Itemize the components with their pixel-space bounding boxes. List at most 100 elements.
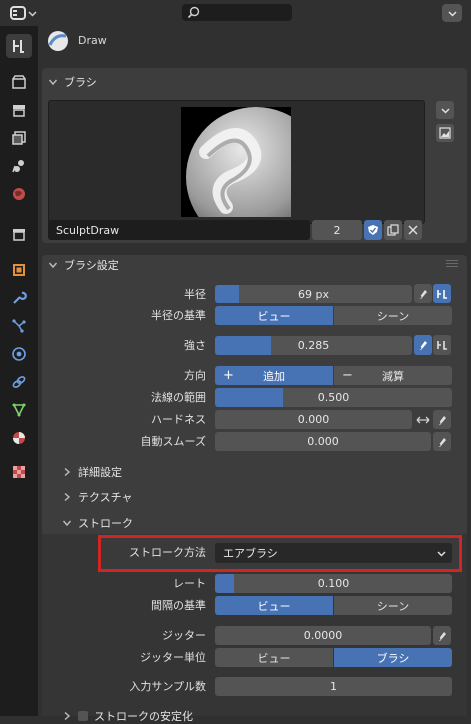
strength-fill — [215, 336, 272, 355]
input-samples-field[interactable]: 1 — [215, 677, 452, 696]
chevron-down-icon — [48, 262, 58, 269]
chevron-down-icon — [437, 550, 446, 557]
plus-icon: + — [223, 368, 234, 383]
arrow-left-right-icon — [416, 416, 430, 424]
tab-render[interactable] — [6, 70, 32, 94]
jitter-label: ジッター — [162, 629, 206, 642]
pen-pressure-icon — [437, 415, 446, 425]
jitter-unit-brush-option[interactable]: ブラシ — [334, 648, 452, 667]
hardness-invert-button[interactable] — [415, 412, 431, 428]
hardness-slider[interactable]: 0.000 — [215, 410, 412, 429]
normal-radius-fill — [215, 388, 283, 407]
stabilize-subpanel-header[interactable]: ストロークの安定化 — [62, 708, 193, 724]
tab-modifiers[interactable] — [6, 286, 32, 310]
search-input[interactable] — [182, 4, 292, 21]
tool-icon — [13, 40, 24, 53]
panel-drag-handle[interactable] — [446, 260, 458, 267]
normal-radius-slider[interactable]: 0.500 — [215, 388, 452, 407]
custom-icon-button[interactable] — [436, 124, 454, 142]
brush-list-dropdown[interactable] — [436, 101, 454, 119]
material-icon — [13, 432, 25, 444]
particles-icon — [12, 319, 26, 333]
chevron-right-icon — [64, 467, 71, 477]
tab-data[interactable] — [6, 398, 32, 422]
tab-texture[interactable] — [6, 460, 32, 484]
chevron-down-icon — [440, 107, 450, 114]
chevron-down-icon — [48, 79, 58, 86]
properties-tab-bar — [0, 26, 38, 716]
chevron-right-icon — [64, 492, 71, 502]
sculpt-draw-thumbnail — [181, 107, 291, 217]
header-menu-button[interactable] — [442, 4, 462, 22]
auto-smooth-slider[interactable]: 0.000 — [215, 432, 431, 451]
radius-slider[interactable]: 69 px — [215, 285, 412, 303]
radius-unified-button[interactable] — [433, 284, 451, 303]
tab-material[interactable] — [6, 426, 32, 450]
jitter-pressure-button[interactable] — [433, 626, 451, 645]
tab-scene[interactable] — [6, 154, 32, 178]
radius-unit-view-option[interactable]: ビュー — [215, 306, 333, 325]
fake-user-button[interactable] — [364, 220, 382, 240]
radius-unit-toggle: ビュー シーン — [215, 306, 452, 325]
auto-smooth-label: 自動スムーズ — [140, 435, 206, 448]
hardness-pressure-button[interactable] — [433, 410, 451, 429]
texture-subpanel-title: テクスチャ — [78, 491, 133, 504]
direction-subtract-option[interactable]: − 減算 — [334, 366, 452, 385]
unlink-brush-button[interactable] — [404, 220, 422, 240]
tab-output[interactable] — [6, 98, 32, 122]
direction-add-option[interactable]: + 追加 — [215, 366, 333, 385]
duplicate-brush-button[interactable] — [384, 220, 402, 240]
chevron-down-icon — [62, 520, 72, 527]
spacing-unit-label: 間隔の基準 — [151, 599, 206, 612]
image-icon — [439, 127, 451, 139]
constraint-icon — [12, 376, 26, 388]
tab-constraints[interactable] — [6, 370, 32, 394]
brush-settings-title: ブラシ設定 — [64, 259, 119, 272]
editor-type-button[interactable] — [10, 4, 42, 22]
chevron-right-icon — [64, 711, 71, 721]
normal-radius-value: 0.500 — [317, 391, 350, 404]
rate-value: 0.100 — [317, 577, 350, 590]
context-object-name: Draw — [78, 34, 107, 47]
stroke-method-value: エアブラシ — [223, 547, 278, 560]
world-icon — [13, 188, 25, 200]
auto-smooth-pressure-button[interactable] — [433, 432, 451, 451]
stroke-method-dropdown[interactable]: エアブラシ — [215, 543, 452, 563]
properties-main: Draw ブラシ SculptDraw 2 ブラシ設定 半径 69 px 半径の… — [38, 26, 471, 723]
jitter-slider[interactable]: 0.0000 — [215, 626, 431, 645]
rate-label: レート — [173, 577, 206, 590]
copy-icon — [387, 224, 399, 236]
radius-unit-scene-option[interactable]: シーン — [334, 306, 452, 325]
brush-user-count[interactable]: 2 — [312, 220, 362, 240]
tab-view-layer[interactable] — [6, 126, 32, 150]
radius-value: 69 px — [298, 287, 329, 301]
tab-particles[interactable] — [6, 314, 32, 338]
brush-name-field[interactable]: SculptDraw — [48, 220, 310, 240]
advanced-subpanel-header[interactable]: 詳細設定 — [62, 462, 122, 482]
tab-collection[interactable] — [6, 222, 32, 246]
tab-physics[interactable] — [6, 342, 32, 366]
radius-fill — [215, 285, 239, 303]
brush-preview-area[interactable] — [48, 100, 425, 224]
rate-slider[interactable]: 0.100 — [215, 574, 452, 593]
chevron-down-icon — [28, 10, 37, 17]
tab-object[interactable] — [6, 258, 32, 282]
user-count-label: 2 — [333, 223, 341, 237]
stroke-subpanel-header[interactable]: ストローク — [62, 513, 133, 533]
jitter-unit-label: ジッター単位 — [140, 651, 206, 664]
brush-name: SculptDraw — [56, 223, 120, 237]
jitter-unit-view-option[interactable]: ビュー — [215, 648, 333, 667]
tab-tool[interactable] — [6, 34, 32, 58]
radius-pressure-button[interactable] — [414, 284, 432, 303]
brush-settings-header[interactable]: ブラシ設定 — [48, 254, 119, 276]
brush-panel-header[interactable]: ブラシ — [48, 71, 97, 93]
auto-smooth-value: 0.000 — [307, 435, 339, 448]
spacing-unit-view-option[interactable]: ビュー — [215, 596, 333, 615]
spacing-unit-scene-option[interactable]: シーン — [334, 596, 452, 615]
strength-pressure-button[interactable] — [414, 335, 432, 355]
strength-unified-button[interactable] — [433, 335, 451, 355]
texture-subpanel-header[interactable]: テクスチャ — [62, 487, 133, 507]
tab-world[interactable] — [6, 182, 32, 206]
stabilize-checkbox[interactable] — [78, 711, 88, 721]
strength-slider[interactable]: 0.285 — [215, 336, 412, 355]
